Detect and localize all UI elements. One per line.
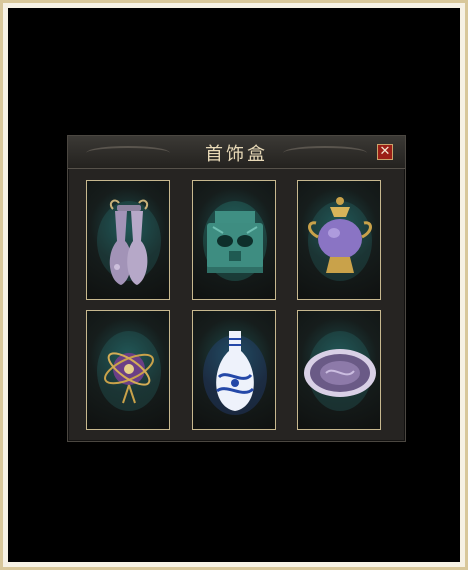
double-vase-icon	[97, 199, 161, 285]
close-icon: ✕	[379, 144, 391, 159]
close-button[interactable]: ✕	[377, 144, 393, 160]
lidded-urn-icon	[308, 197, 372, 281]
item-slot-double-vase[interactable]	[86, 180, 170, 300]
panel-title-bar: 首饰盒 ✕	[68, 136, 405, 169]
bronze-mask-icon	[203, 201, 267, 281]
porcelain-vase-icon	[203, 331, 267, 415]
item-slot-porcelain-vase[interactable]	[192, 310, 276, 430]
plate-icon	[304, 331, 376, 411]
item-slot-plate[interactable]	[297, 310, 381, 430]
jewelry-box-panel: 首饰盒 ✕	[67, 135, 406, 442]
item-slot-bronze-mask[interactable]	[192, 180, 276, 300]
panel-title: 首饰盒	[205, 144, 268, 165]
item-slot-armillary-sphere[interactable]	[86, 310, 170, 430]
item-slot-lidded-urn[interactable]	[297, 180, 381, 300]
armillary-sphere-icon	[97, 331, 161, 411]
